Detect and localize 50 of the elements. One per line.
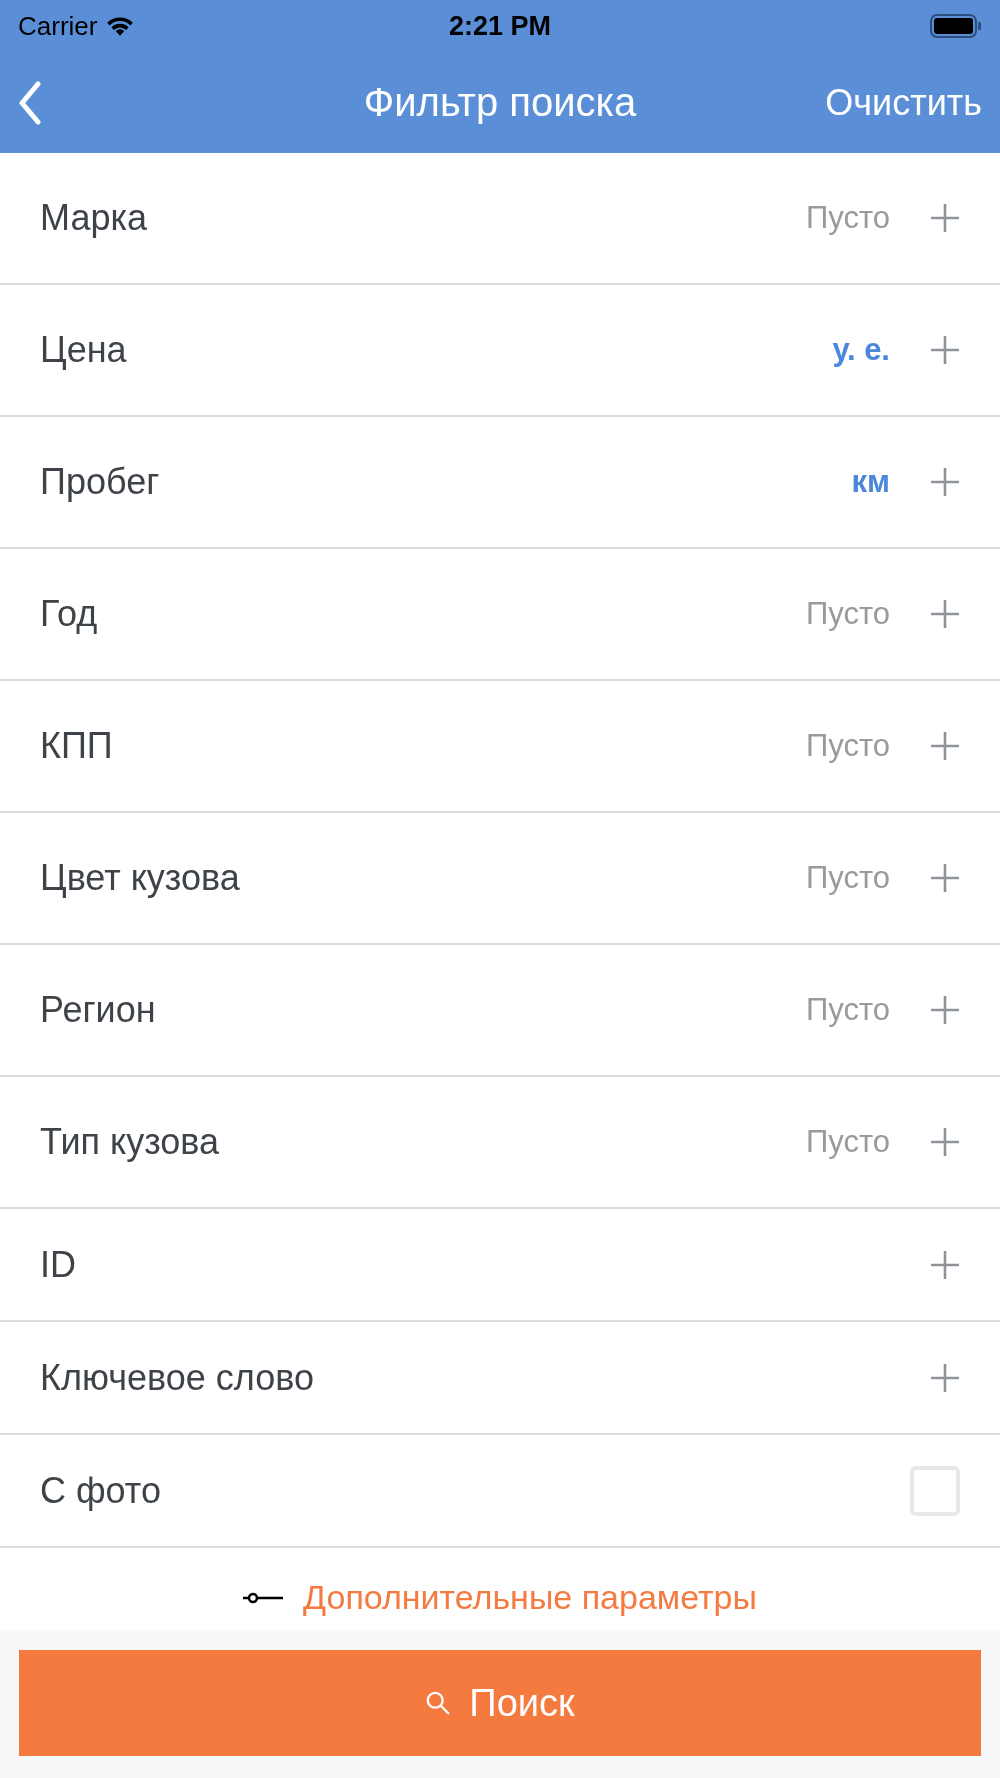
plus-icon[interactable] — [930, 731, 960, 761]
filter-value: Пусто — [805, 992, 890, 1028]
filter-label: Цвет кузова — [40, 857, 240, 899]
filter-row[interactable]: Цвет кузова Пусто — [0, 813, 1000, 945]
filter-label: Марка — [40, 197, 147, 239]
nav-title: Фильтр поиска — [362, 80, 638, 125]
filter-row[interactable]: Пробег км — [0, 417, 1000, 549]
plus-icon[interactable] — [930, 1249, 960, 1280]
plus-icon[interactable] — [930, 1127, 960, 1157]
plus-icon[interactable] — [930, 995, 960, 1025]
wifi-icon — [105, 15, 136, 37]
checkbox[interactable] — [910, 1465, 960, 1516]
filter-row[interactable]: С фото — [0, 1435, 1000, 1548]
filter-label: Регион — [40, 989, 156, 1031]
slider-icon — [243, 1591, 284, 1604]
plus-icon[interactable] — [930, 599, 960, 629]
filter-value: Пусто — [805, 860, 890, 896]
filter-label: Год — [40, 593, 98, 635]
carrier-name: Carrier — [18, 10, 98, 42]
filter-value: Пусто — [805, 200, 890, 236]
filter-value: км — [851, 464, 890, 500]
search-icon — [425, 1690, 452, 1716]
filter-label: ID — [40, 1243, 76, 1286]
filter-row[interactable]: Ключевое слово — [0, 1322, 1000, 1435]
plus-icon[interactable] — [930, 1362, 960, 1393]
filter-label: С фото — [40, 1469, 161, 1512]
filter-row[interactable]: Марка Пусто — [0, 153, 1000, 285]
filter-row[interactable]: КПП Пусто — [0, 681, 1000, 813]
filter-value: Пусто — [805, 596, 890, 632]
plus-icon[interactable] — [930, 467, 960, 497]
filter-value: у. е. — [832, 332, 890, 368]
filter-label: Тип кузова — [40, 1121, 220, 1163]
battery-icon — [930, 14, 982, 38]
filter-row[interactable]: Год Пусто — [0, 549, 1000, 681]
filter-row[interactable]: ID — [0, 1209, 1000, 1322]
back-chevron-icon — [18, 80, 42, 125]
filter-row[interactable]: Регион Пусто — [0, 945, 1000, 1077]
filter-value: Пусто — [805, 728, 890, 764]
filter-value: Пусто — [805, 1124, 890, 1160]
filter-label: КПП — [40, 725, 113, 767]
plus-icon[interactable] — [930, 863, 960, 893]
back-button[interactable] — [18, 80, 42, 125]
plus-icon[interactable] — [930, 335, 960, 365]
filter-row[interactable]: Цена у. е. — [0, 285, 1000, 417]
plus-icon[interactable] — [930, 203, 960, 233]
filter-label: Цена — [40, 329, 127, 371]
status-time: 2:21 PM — [447, 10, 552, 42]
filter-label: Пробег — [40, 461, 160, 503]
filter-label: Ключевое слово — [40, 1356, 314, 1399]
filter-row[interactable]: Тип кузова Пусто — [0, 1077, 1000, 1209]
